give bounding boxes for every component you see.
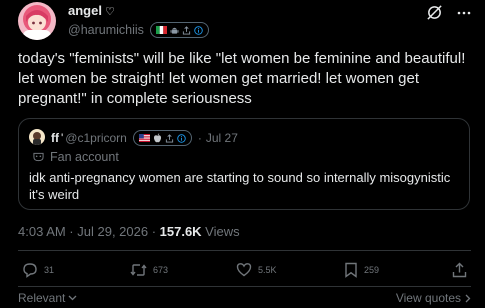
views-label: Views	[201, 224, 240, 239]
apple-icon	[153, 133, 161, 143]
reply-icon	[23, 263, 37, 278]
fan-account-label: Fan account	[33, 150, 119, 164]
share-button[interactable]	[452, 262, 467, 278]
repost-button[interactable]: 673	[130, 262, 168, 278]
quoted-author-avatar[interactable]	[29, 129, 45, 145]
chevron-right-icon	[465, 294, 471, 302]
share-icon	[165, 133, 173, 143]
divider-bottom	[18, 286, 471, 287]
bookmark-button[interactable]: 259	[344, 262, 379, 278]
author-handle-row: @harumichiis	[68, 22, 209, 38]
view-quotes-link[interactable]: View quotes	[396, 291, 471, 305]
author-name-text: angel	[68, 3, 102, 18]
action-bar: 31 673 5.5K 259	[22, 262, 472, 282]
tweet-text: today's "feminists" will be like "let wo…	[18, 50, 466, 107]
reply-count: 31	[44, 265, 55, 275]
post-card: angel ♡ @harumichiis today's "feminists" …	[0, 0, 485, 308]
reply-button[interactable]: 31	[22, 262, 54, 278]
quoted-author-handle[interactable]: @c1pricorn	[65, 131, 127, 145]
divider-top	[18, 250, 471, 251]
sort-relevant-label: Relevant	[18, 291, 66, 305]
sort-relevant-dropdown[interactable]: Relevant	[18, 291, 77, 305]
author-display-name[interactable]: angel ♡	[68, 3, 115, 18]
grok-icon[interactable]	[426, 4, 443, 21]
view-quotes-label: View quotes	[395, 291, 461, 305]
info-icon	[177, 133, 186, 143]
post-timestamp[interactable]: 4:03 AM · Jul 29, 2026 ·	[18, 224, 160, 239]
usa-flag-icon	[138, 134, 150, 142]
author-name-heart: ♡	[104, 6, 115, 18]
quoted-post-date[interactable]: Jul 27	[206, 131, 238, 145]
quoted-post-text: idk anti-pregnancy women are starting to…	[29, 170, 451, 202]
info-icon	[194, 25, 203, 35]
quoted-post-header: ff ' @c1pricorn · Jul 27	[51, 130, 238, 146]
like-count: 5.5K	[258, 264, 277, 275]
bookmark-icon	[345, 262, 357, 278]
more-options-icon[interactable]	[457, 6, 471, 20]
share-icon	[182, 25, 191, 35]
post-meta: 4:03 AM · Jul 29, 2026 · 157.6K Views	[18, 224, 240, 239]
repost-count: 673	[153, 265, 169, 275]
like-button[interactable]: 5.5K	[236, 262, 277, 277]
author-badges	[149, 22, 209, 38]
mask-icon	[33, 152, 44, 162]
quoted-author-name-suffix: '	[61, 131, 64, 145]
italy-flag-icon	[155, 26, 167, 34]
fan-account-text: Fan account	[50, 150, 119, 164]
author-avatar[interactable]	[18, 2, 56, 40]
author-handle[interactable]: @harumichiis	[68, 23, 144, 37]
quoted-post-separator: ·	[197, 131, 202, 145]
views-count: 157.6K	[159, 224, 202, 239]
quoted-author-badges	[132, 130, 192, 146]
repost-icon	[130, 264, 147, 276]
quoted-author-name[interactable]: ff	[51, 131, 59, 145]
share-icon	[452, 262, 467, 278]
post-top-actions	[426, 4, 471, 21]
android-icon	[170, 27, 179, 34]
bookmark-count: 259	[364, 265, 380, 275]
quoted-post[interactable]: ff ' @c1pricorn · Jul 27 Fan account idk…	[18, 118, 470, 210]
chevron-down-icon	[68, 295, 77, 301]
heart-icon	[236, 263, 252, 277]
